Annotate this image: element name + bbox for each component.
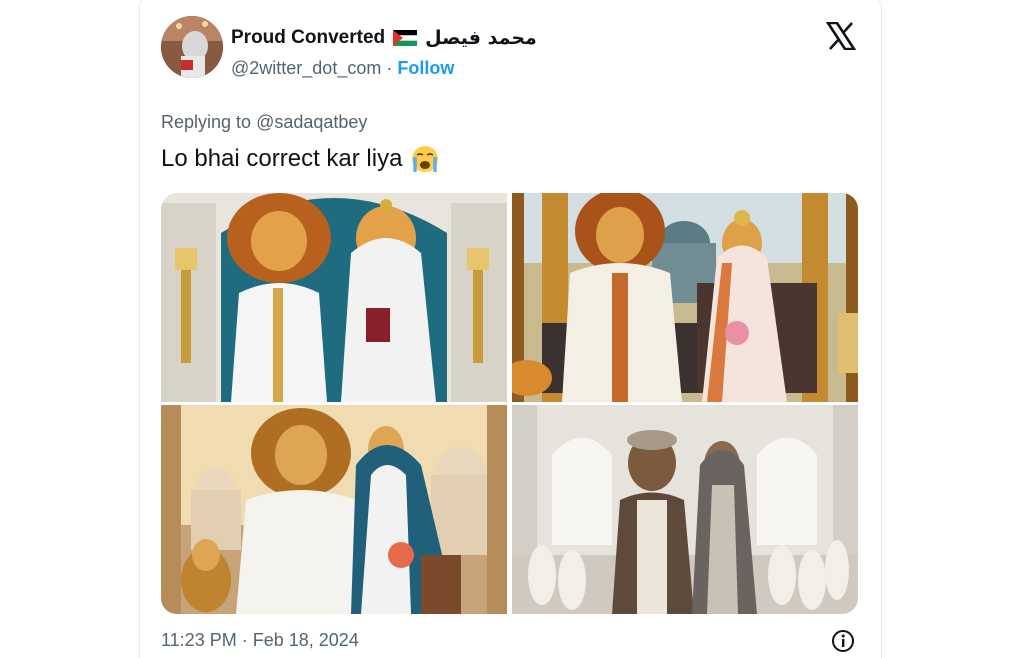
x-logo-icon[interactable] — [825, 21, 857, 51]
media-image-1[interactable] — [161, 193, 507, 402]
media-image-4[interactable] — [512, 405, 858, 614]
reply-handle-link[interactable]: @sadaqatbey — [256, 112, 367, 132]
follow-button[interactable]: Follow — [397, 58, 454, 78]
replying-prefix: Replying to — [161, 112, 252, 132]
tweet-text: Lo bhai correct kar liya — [161, 144, 440, 174]
tweet-body: Lo bhai correct kar liya — [161, 145, 403, 172]
user-handle[interactable]: @2witter_dot_com — [231, 58, 381, 78]
info-icon[interactable] — [831, 629, 855, 653]
author-name-row[interactable]: Proud Converted محمد فيصل — [231, 26, 537, 50]
tweet-timestamp[interactable]: 11:23 PM · Feb 18, 2024 — [161, 630, 359, 651]
separator-dot: · — [386, 58, 393, 78]
palestine-flag-icon — [393, 30, 418, 46]
loudly-crying-face-icon — [410, 144, 440, 174]
media-grid — [161, 193, 858, 614]
avatar[interactable] — [161, 16, 223, 78]
handle-row: @2witter_dot_com · Follow — [231, 58, 454, 79]
display-name[interactable]: Proud Converted — [231, 27, 385, 49]
replying-to-line: Replying to @sadaqatbey — [161, 112, 367, 133]
arabic-display-name: محمد فيصل — [425, 27, 537, 49]
media-image-3[interactable] — [161, 405, 507, 614]
media-image-2[interactable] — [512, 193, 858, 402]
